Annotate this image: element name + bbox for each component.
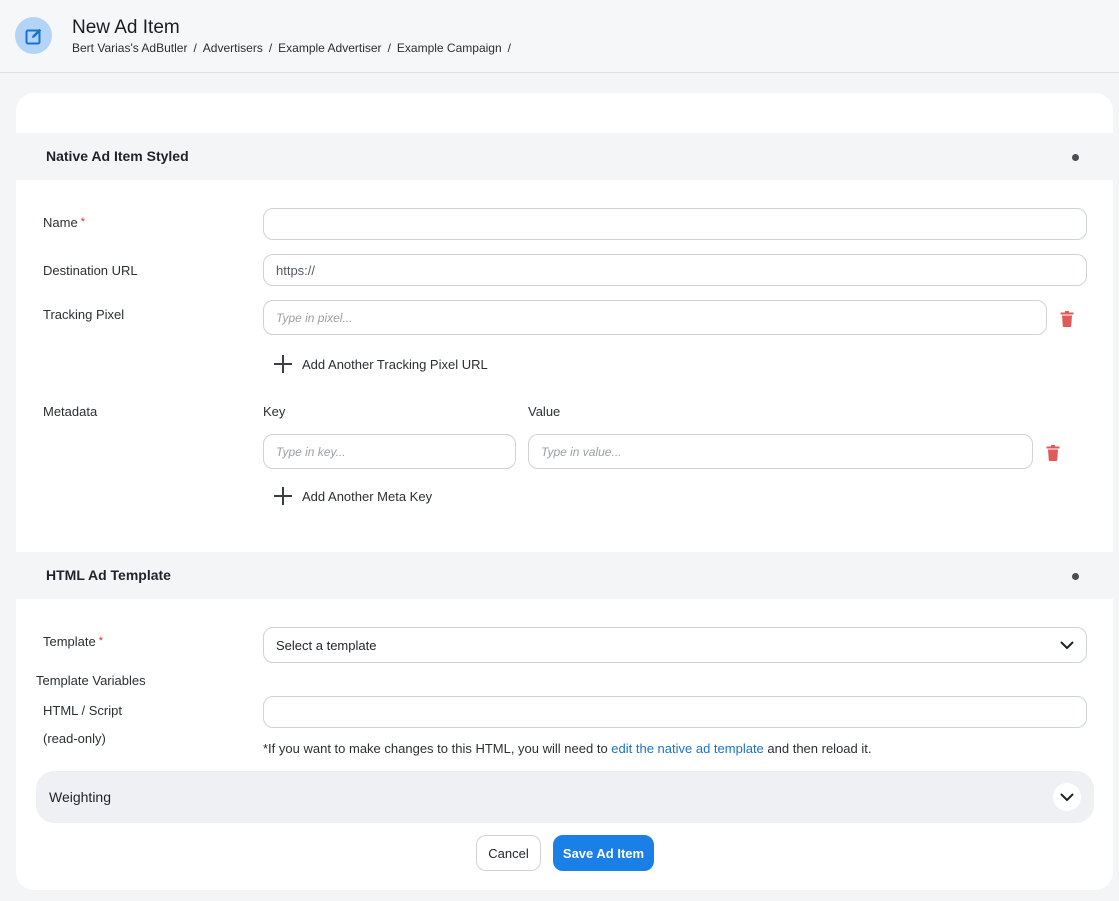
template-section-title: HTML Ad Template: [46, 567, 171, 583]
edit-icon: [15, 17, 52, 54]
plus-icon: [274, 355, 292, 373]
weighting-expand-button[interactable]: [1053, 783, 1081, 811]
read-only-label: (read-only): [43, 731, 106, 746]
value-column-header: Value: [528, 404, 561, 419]
section-status-dot: [1072, 154, 1079, 161]
breadcrumb-separator: /: [387, 41, 391, 55]
destination-url-label: Destination URL: [43, 263, 138, 278]
save-ad-item-button[interactable]: Save Ad Item: [553, 835, 654, 871]
name-label-text: Name: [43, 215, 78, 230]
delete-meta-key-icon[interactable]: [1046, 445, 1060, 461]
native-section-title: Native Ad Item Styled: [46, 148, 189, 164]
template-label-text: Template: [43, 634, 96, 649]
key-column-header: Key: [263, 404, 286, 419]
note-text: *If you want to make changes to this HTM…: [263, 741, 612, 756]
chevron-down-icon: [1060, 793, 1074, 801]
add-meta-key-label: Add Another Meta Key: [302, 488, 433, 504]
breadcrumb-separator: /: [507, 41, 511, 55]
tracking-pixel-label: Tracking Pixel: [43, 307, 125, 322]
breadcrumb: Bert Varias's AdButler / Advertisers / E…: [72, 41, 517, 55]
required-mark: *: [80, 216, 85, 228]
page-title: New Ad Item: [72, 17, 180, 38]
html-script-label: HTML / Script: [43, 703, 122, 718]
plus-icon: [274, 487, 292, 505]
html-script-input[interactable]: [263, 696, 1087, 728]
template-edit-note: *If you want to make changes to this HTM…: [263, 741, 872, 756]
chevron-down-icon: [1060, 641, 1074, 649]
add-tracking-pixel-label: Add Another Tracking Pixel URL: [302, 356, 488, 372]
template-select-value: Select a template: [276, 637, 377, 653]
breadcrumb-separator: /: [193, 41, 197, 55]
cancel-button[interactable]: Cancel: [476, 835, 541, 871]
weighting-panel[interactable]: Weighting: [36, 771, 1094, 823]
add-tracking-pixel-button[interactable]: Add Another Tracking Pixel URL: [274, 355, 488, 373]
breadcrumb-separator: /: [268, 41, 273, 55]
template-variables-label: Template Variables: [36, 673, 146, 688]
destination-url-input[interactable]: [263, 254, 1087, 286]
add-meta-key-button[interactable]: Add Another Meta Key: [274, 487, 432, 505]
required-mark: *: [98, 635, 104, 647]
note-text-end: and then reload it.: [763, 741, 872, 756]
breadcrumb-item-advertisers[interactable]: Advertisers: [203, 41, 263, 55]
tracking-pixel-input[interactable]: [263, 300, 1047, 335]
weighting-title: Weighting: [49, 789, 112, 805]
native-section-header[interactable]: Native Ad Item Styled: [16, 133, 1113, 180]
template-select[interactable]: Select a template: [263, 627, 1087, 663]
metadata-value-input[interactable]: [528, 434, 1033, 469]
breadcrumb-item-account[interactable]: Bert Varias's AdButler: [72, 41, 187, 55]
template-section-header[interactable]: HTML Ad Template: [16, 552, 1113, 599]
template-label: Template *: [43, 634, 103, 649]
name-label: Name *: [43, 215, 85, 230]
metadata-key-input[interactable]: [263, 434, 516, 469]
metadata-label: Metadata: [43, 404, 98, 419]
breadcrumb-item-advertiser[interactable]: Example Advertiser: [278, 41, 381, 55]
edit-native-template-link[interactable]: edit the native ad template: [611, 741, 764, 756]
name-input[interactable]: [263, 208, 1087, 240]
ad-item-form-card: Native Ad Item Styled Name * Destination …: [16, 93, 1113, 890]
delete-tracking-pixel-icon[interactable]: [1060, 311, 1074, 327]
breadcrumb-item-campaign[interactable]: Example Campaign: [397, 41, 502, 55]
section-status-dot: [1072, 573, 1079, 580]
page-header: New Ad Item Bert Varias's AdButler / Adv…: [0, 0, 1119, 73]
